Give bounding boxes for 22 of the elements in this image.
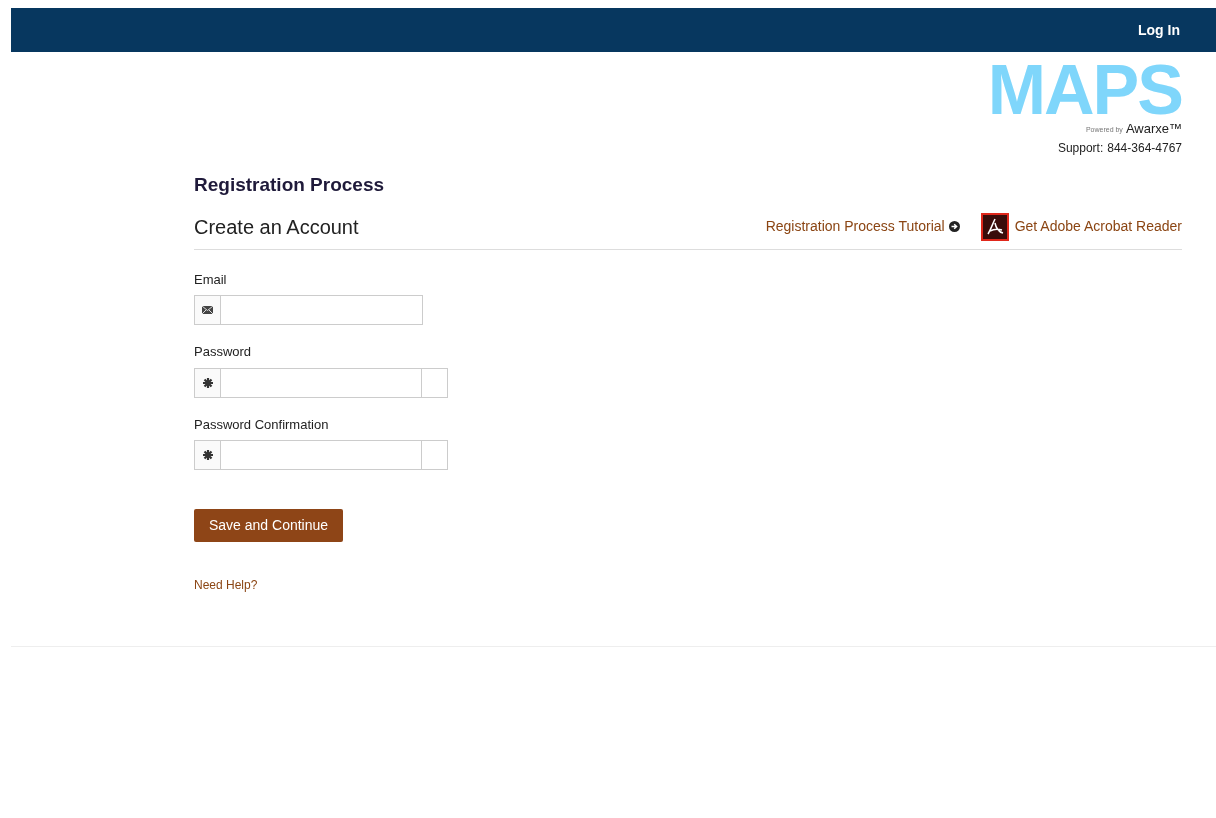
page-title: Registration Process: [194, 173, 386, 197]
support-phone: 844-364-4767: [1107, 140, 1182, 157]
asterisk-icon: [202, 450, 213, 460]
login-link[interactable]: Log In: [1138, 19, 1180, 41]
field-label: Password: [194, 343, 253, 361]
logo-title: MAPS: [987, 60, 1182, 120]
help-link[interactable]: Need Help?: [194, 578, 258, 592]
input-field[interactable]: [194, 367, 448, 398]
input-field[interactable]: [194, 440, 448, 470]
input-field[interactable]: [194, 295, 423, 325]
tutorial-link[interactable]: Registration Process Tutorial: [765, 216, 945, 237]
pdf-icon: [980, 212, 1009, 241]
envelope-icon: [202, 306, 213, 314]
field-label: Password Confirmation: [194, 415, 330, 434]
brand-logo: Awarxe™: [1125, 122, 1182, 135]
section-title: Create an Account: [194, 214, 359, 240]
field-label: Email: [194, 270, 228, 289]
asterisk-icon: [202, 377, 213, 388]
save-continue-button[interactable]: Save and Continue: [194, 509, 344, 542]
acrobat-link[interactable]: Get Adobe Acrobat Reader: [1014, 216, 1182, 237]
support-label: Support:: [1057, 140, 1104, 157]
arrow-circle-icon: [948, 221, 960, 232]
